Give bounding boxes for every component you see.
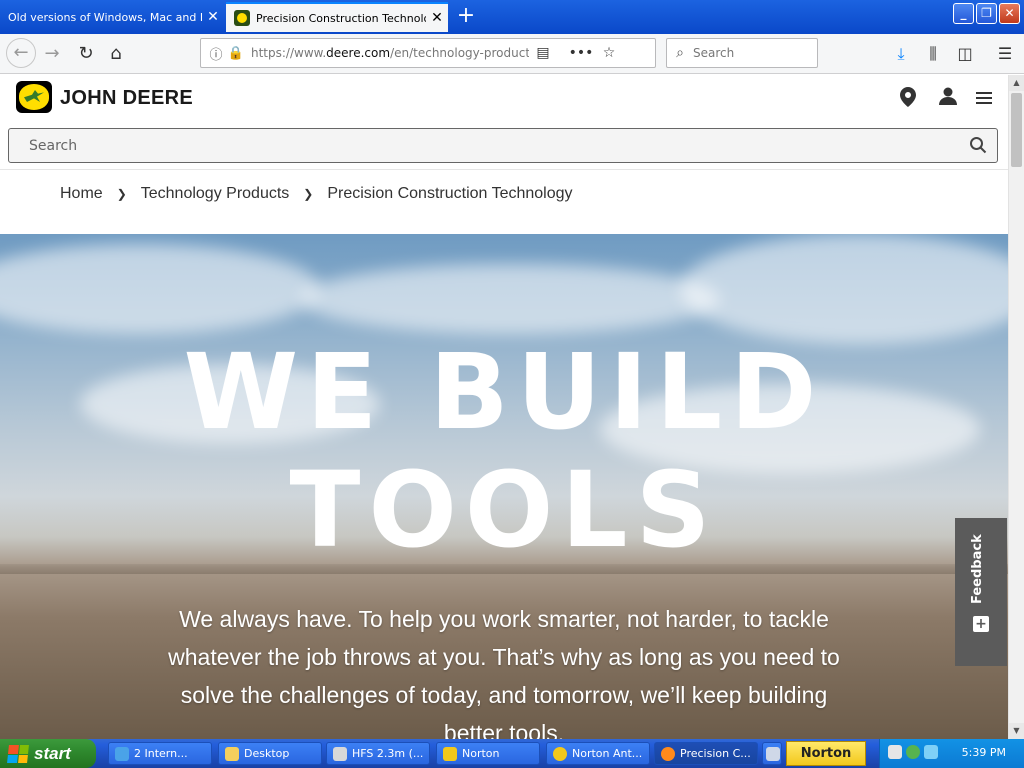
lock-warning-icon[interactable]: 🔒 [227,46,245,61]
plus-icon: + [973,616,989,632]
site-search-input[interactable]: Search [8,128,998,163]
cloud [300,264,720,334]
back-arrow-icon[interactable]: ← [6,38,36,68]
scroll-down-icon[interactable]: ▼ [1009,723,1024,739]
feedback-tab[interactable]: Feedback + [955,518,1007,666]
norton-toolbar-button[interactable]: Norton [786,741,866,766]
home-icon[interactable]: ⌂ [102,40,130,68]
start-label: start [34,743,71,763]
folder-icon [225,746,239,761]
globe-icon [115,746,129,761]
window-controls: _ ❐ ✕ [953,3,1020,24]
window-close-icon[interactable]: ✕ [999,3,1020,24]
keyboard-icon[interactable] [762,742,782,765]
tab-old-versions[interactable]: Old versions of Windows, Mac and Linu ✕ [0,2,224,32]
norton-antivirus-icon [553,746,567,761]
search-placeholder: Search [693,46,735,60]
browser-tab-bar: Old versions of Windows, Mac and Linu ✕ … [0,0,1024,34]
tab-title: Old versions of Windows, Mac and Linu [8,10,202,24]
taskbar-item-internet-explorer[interactable]: 2 Intern... [108,742,212,765]
downloads-icon[interactable]: ⤓ [888,40,914,68]
chevron-right-icon: ❯ [303,187,314,201]
taskbar-item-precision-construction[interactable]: Precision C... [654,742,758,765]
reader-view-icon[interactable]: ▤ [529,45,557,61]
location-pin-icon[interactable] [896,87,920,111]
vertical-scrollbar[interactable]: ▲ ▼ [1008,75,1024,739]
brand-name[interactable]: JOHN DEERE [60,87,193,110]
search-icon: ⌕ [676,45,684,61]
library-icon[interactable]: ⫼ [920,40,946,68]
cloud [0,244,320,334]
screen: Old versions of Windows, Mac and Linu ✕ … [0,0,1024,768]
norton-icon [443,746,457,761]
new-tab-button[interactable]: + [452,4,480,30]
info-icon[interactable]: ⓘ [207,44,225,63]
hamburger-menu-icon[interactable] [972,87,996,111]
hfs-icon [333,746,347,761]
breadcrumb-home-link[interactable]: Home [60,185,103,203]
tab-title: Precision Construction Technology [256,11,426,25]
hero-title-line-1: WE BUILD [183,331,825,453]
tab-precision-construction[interactable]: Precision Construction Technology ✕ [226,2,448,32]
url-text[interactable]: https://www.deere.com/en/technology-prod… [251,46,529,60]
breadcrumb: Home ❯ Technology Products ❯ Precision C… [60,185,573,203]
url-bar[interactable]: ⓘ 🔒 https://www.deere.com/en/technology-… [200,38,656,68]
hfs-tray-icon[interactable] [888,745,902,759]
restore-icon[interactable]: ❐ [976,3,997,24]
site-header: JOHN DEERE [0,75,1008,123]
browser-nav-bar: ← → ↻ ⌂ ⓘ 🔒 https://www.deere.com/en/tec… [0,34,1024,74]
clock: 5:39 PM [961,746,1006,759]
search-icon[interactable] [969,136,989,156]
browser-search-box[interactable]: ⌕ Search [666,38,818,68]
page-viewport: JOHN DEERE Search Home ❯ Technology Prod… [0,75,1008,739]
hero-description: We always have. To help you work smarter… [168,606,840,739]
windows-logo-icon [7,744,29,763]
forward-arrow-icon[interactable]: → [38,40,66,68]
taskbar-item-desktop[interactable]: Desktop [218,742,322,765]
breadcrumb-current-page: Precision Construction Technology [327,185,573,202]
menu-icon[interactable]: ☰ [992,40,1018,68]
page-actions-icon[interactable]: ••• [567,45,595,61]
scroll-thumb[interactable] [1011,93,1022,167]
update-icon[interactable] [924,745,938,759]
user-account-icon[interactable] [936,87,960,111]
feedback-label: Feedback [970,534,985,604]
minimize-icon[interactable]: _ [953,3,974,24]
site-search-placeholder: Search [29,137,78,154]
scroll-up-icon[interactable]: ▲ [1009,75,1024,91]
start-button[interactable]: start [0,739,96,768]
system-tray: 5:39 PM [879,739,1024,768]
chevron-right-icon: ❯ [116,187,127,201]
john-deere-logo-icon[interactable] [16,81,52,113]
network-icon[interactable] [906,745,920,759]
close-icon[interactable]: ✕ [202,9,224,25]
taskbar-item-norton[interactable]: Norton [436,742,540,765]
windows-taskbar: start 2 Intern... Desktop HFS 2.3m (... … [0,739,1024,768]
hero-title-line-2: TOOLS [289,449,719,571]
bookmark-star-icon[interactable]: ☆ [595,45,623,61]
cloud [680,234,1008,344]
john-deere-favicon-icon [234,10,250,26]
sidebar-icon[interactable]: ◫ [952,40,978,68]
hero-banner: WE BUILD TOOLS We always have. To help y… [0,234,1008,739]
taskbar-item-norton-antivirus[interactable]: Norton Ant... [546,742,650,765]
breadcrumb-technology-products-link[interactable]: Technology Products [141,185,290,203]
divider [0,169,1008,170]
firefox-icon [661,746,675,761]
reload-icon[interactable]: ↻ [72,40,100,68]
taskbar-item-hfs[interactable]: HFS 2.3m (... [326,742,430,765]
close-icon[interactable]: ✕ [426,10,448,26]
